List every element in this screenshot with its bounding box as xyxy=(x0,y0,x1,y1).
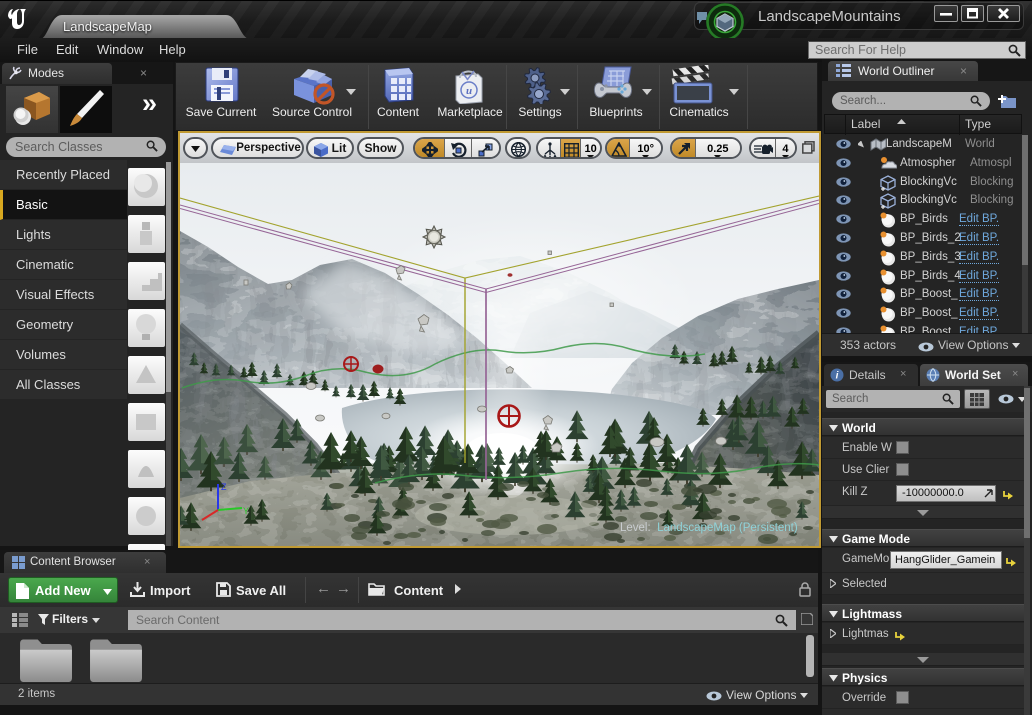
svg-text:Z: Z xyxy=(221,482,227,492)
svg-text:i: i xyxy=(836,371,839,382)
svg-text:u: u xyxy=(466,85,472,97)
svg-text:Y: Y xyxy=(243,506,249,516)
